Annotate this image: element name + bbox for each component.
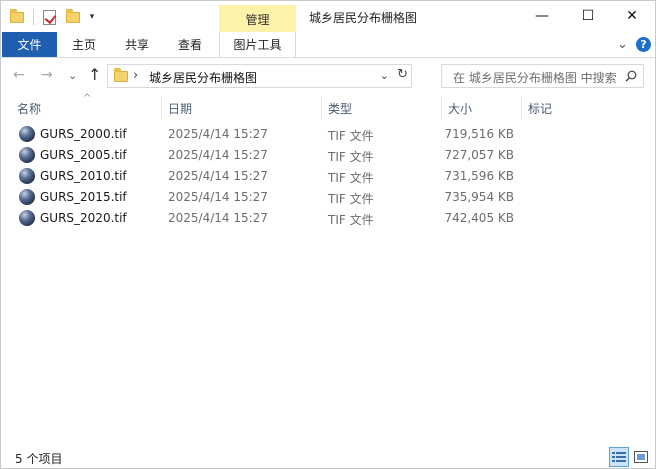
globe-icon <box>19 210 35 226</box>
column-tags[interactable]: 标记 <box>522 94 602 122</box>
new-folder-icon[interactable] <box>63 7 83 27</box>
title-bar: ▾ 管理 城乡居民分布栅格图 — ☐ ✕ <box>1 1 655 33</box>
details-view-icon[interactable] <box>609 447 629 467</box>
expand-ribbon-icon[interactable]: ⌄ <box>617 37 628 52</box>
file-name: GURS_2020.tif <box>40 211 127 225</box>
column-date[interactable]: 日期 <box>162 94 320 122</box>
file-name: GURS_2005.tif <box>40 148 127 162</box>
column-name[interactable]: 名称 <box>11 94 161 122</box>
search-placeholder[interactable]: 在 城乡居民分布栅格图 中搜索 <box>453 69 617 86</box>
column-header: ^ 名称 日期 类型 大小 标记 <box>1 93 655 122</box>
recent-locations-chevron-icon[interactable]: ⌄ <box>68 69 77 82</box>
close-button[interactable]: ✕ <box>609 1 655 31</box>
globe-icon <box>19 189 35 205</box>
file-type: TIF 文件 <box>328 213 374 227</box>
file-name: GURS_2000.tif <box>40 127 127 141</box>
refresh-icon[interactable]: ↻ <box>397 67 408 82</box>
address-dropdown-icon[interactable]: ⌄ <box>380 69 389 82</box>
forward-arrow-icon[interactable]: → <box>41 67 53 83</box>
file-explorer-window: ▾ 管理 城乡居民分布栅格图 — ☐ ✕ 文件 主页 共享 查看 图片工具 ⌄ … <box>0 0 656 469</box>
file-type: TIF 文件 <box>328 192 374 206</box>
back-arrow-icon[interactable]: ← <box>13 67 25 83</box>
list-item[interactable]: GURS_2010.tif 2025/4/14 15:27 TIF 文件 731… <box>1 166 655 187</box>
globe-icon <box>19 126 35 142</box>
large-icons-view-icon[interactable] <box>631 447 651 467</box>
search-icon[interactable] <box>625 70 637 82</box>
file-date: 2025/4/14 15:27 <box>168 169 268 183</box>
quick-access-divider <box>33 9 34 25</box>
window-title: 城乡居民分布栅格图 <box>309 11 418 25</box>
file-name: GURS_2015.tif <box>40 190 127 204</box>
file-date: 2025/4/14 15:27 <box>168 127 268 141</box>
file-size: 727,057 KB <box>444 148 514 162</box>
search-box[interactable]: 在 城乡居民分布栅格图 中搜索 <box>441 64 644 88</box>
manage-context-label: 管理 <box>245 12 270 27</box>
list-item[interactable]: GURS_2015.tif 2025/4/14 15:27 TIF 文件 735… <box>1 187 655 208</box>
column-size[interactable]: 大小 <box>442 94 521 122</box>
tab-picture-tools[interactable]: 图片工具 <box>219 32 296 57</box>
file-type: TIF 文件 <box>328 171 374 185</box>
tab-file[interactable]: 文件 <box>2 32 57 57</box>
file-name: GURS_2010.tif <box>40 169 127 183</box>
up-arrow-icon[interactable]: ↑ <box>88 65 101 84</box>
tab-share[interactable]: 共享 <box>116 32 158 57</box>
quick-access-dropdown-icon[interactable]: ▾ <box>82 7 102 27</box>
file-date: 2025/4/14 15:27 <box>168 148 268 162</box>
chevron-right-icon[interactable]: › <box>133 68 138 83</box>
address-path[interactable]: 城乡居民分布栅格图 <box>149 69 257 86</box>
file-date: 2025/4/14 15:27 <box>168 190 268 204</box>
ribbon-tabs: 文件 主页 共享 查看 图片工具 ⌄ ? <box>1 32 655 58</box>
manage-context-tab[interactable]: 管理 <box>219 5 296 33</box>
properties-icon[interactable] <box>39 7 59 27</box>
folder-icon[interactable] <box>7 7 27 27</box>
minimize-button[interactable]: — <box>519 1 565 31</box>
file-size: 719,516 KB <box>444 127 514 141</box>
file-size: 731,596 KB <box>444 169 514 183</box>
navigation-bar: ← → ⌄ ↑ › 城乡居民分布栅格图 ⌄ ↻ 在 城乡居民分布栅格图 中搜索 <box>1 58 655 94</box>
tab-home[interactable]: 主页 <box>63 32 105 57</box>
file-date: 2025/4/14 15:27 <box>168 211 268 225</box>
globe-icon <box>19 168 35 184</box>
file-type: TIF 文件 <box>328 129 374 143</box>
tab-view[interactable]: 查看 <box>169 32 211 57</box>
list-item[interactable]: GURS_2000.tif 2025/4/14 15:27 TIF 文件 719… <box>1 124 655 145</box>
folder-icon <box>114 68 128 82</box>
maximize-button[interactable]: ☐ <box>565 1 611 31</box>
file-type: TIF 文件 <box>328 150 374 164</box>
status-bar: 5 个项目 <box>1 445 655 469</box>
globe-icon <box>19 147 35 163</box>
file-size: 735,954 KB <box>444 190 514 204</box>
help-icon[interactable]: ? <box>636 37 651 52</box>
column-type[interactable]: 类型 <box>322 94 440 122</box>
item-count: 5 个项目 <box>15 452 63 466</box>
address-bar[interactable]: › 城乡居民分布栅格图 ⌄ ↻ <box>107 64 412 88</box>
file-size: 742,405 KB <box>444 211 514 225</box>
list-item[interactable]: GURS_2005.tif 2025/4/14 15:27 TIF 文件 727… <box>1 145 655 166</box>
list-item[interactable]: GURS_2020.tif 2025/4/14 15:27 TIF 文件 742… <box>1 208 655 229</box>
